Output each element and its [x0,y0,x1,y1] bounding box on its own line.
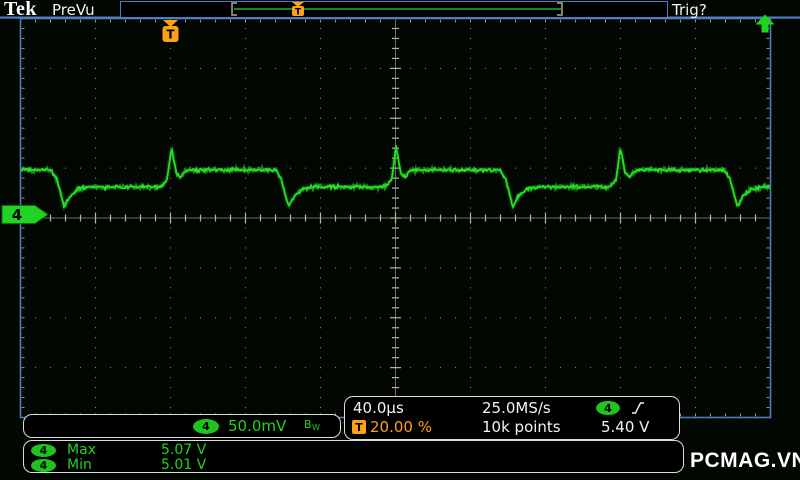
trigger-icon: T [352,420,366,434]
measurement-name: Min [67,456,92,473]
measurement-channel-badge: 4 [31,458,56,472]
header-bar: Tek PreVu Trig? T [0,0,800,20]
channel-readout: 4 50.0mV B W [23,414,341,438]
grid-dots [21,19,770,417]
trigger-position-marker: T [162,20,179,42]
trigger-level: 5.40 V [601,418,650,436]
channel-4-badge: 4 [193,418,219,434]
timebase: 40.0µs [353,399,404,417]
record-length: 10k points [482,418,561,436]
trigger-status: Trig? [672,1,707,19]
horizontal-trigger-readout: 40.0µs 25.0MS/s 4 T 20.00 % 10k points 5… [344,396,680,440]
channel-4-position-marker: 4 [1,205,49,224]
measurement-value: 5.01 V [161,456,207,473]
record-view-bar: T [120,1,668,18]
pcmag-watermark: PCMAG.VN [690,449,800,472]
acquisition-mode: PreVu [52,1,95,19]
trigger-source-badge: 4 [596,401,620,415]
svg-text:T: T [295,8,302,17]
bandwidth-limit-icon: B [304,418,312,431]
svg-text:T: T [166,28,175,42]
bandwidth-limit-icon-sub: W [312,423,320,432]
rising-edge-slope-icon [632,402,644,414]
measurements-panel: 4 Max 5.07 V 4 Min 5.01 V [23,440,684,473]
measurement-channel-badge: 4 [31,444,56,457]
trigger-position: 20.00 % [370,418,432,436]
brand-logo: Tek [4,0,38,20]
sample-rate: 25.0MS/s [482,399,551,417]
record-trigger-marker: T [292,2,304,16]
oscilloscope-screen: T 4 Tek PreVu Trig? T 4 50.0mV B W 40.0µ… [0,0,800,480]
vertical-scale: 50.0mV [228,416,287,435]
svg-text:4: 4 [12,206,22,224]
